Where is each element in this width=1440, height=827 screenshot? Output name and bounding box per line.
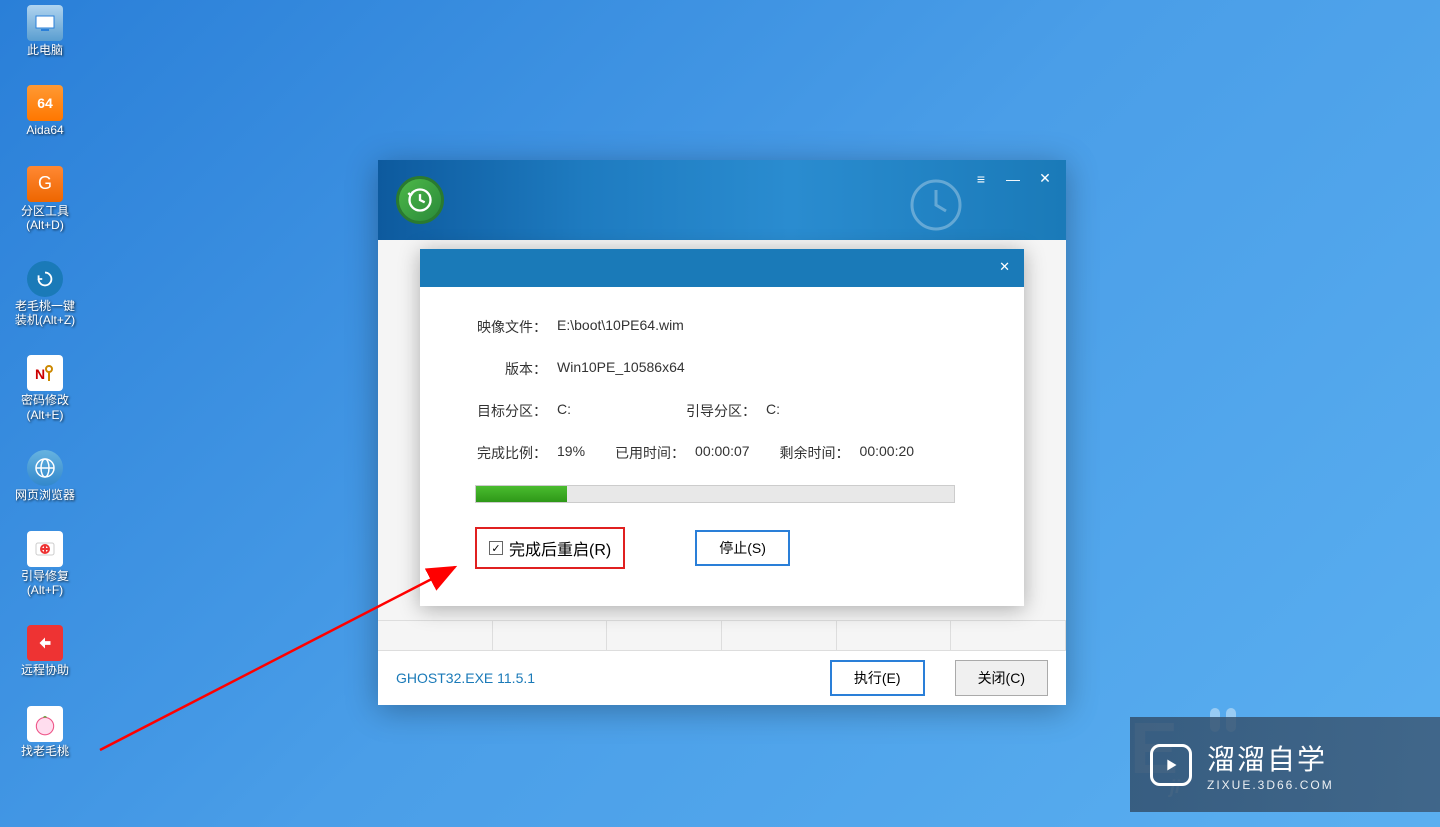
dialog-body: 映像文件： E:\boot\10PE64.wim 版本： Win10PE_105… — [420, 287, 1024, 589]
boot-value: C: — [766, 401, 780, 421]
elapsed-label: 已用时间： — [615, 443, 685, 463]
globe-icon — [27, 450, 63, 486]
svg-text:N: N — [35, 366, 45, 382]
desktop-icon-restore[interactable]: 老毛桃一键 装机(Alt+Z) — [10, 261, 80, 328]
remote-icon — [27, 625, 63, 661]
icon-label: 老毛桃一键 装机(Alt+Z) — [15, 299, 75, 328]
icon-label: 远程协助 — [21, 663, 69, 677]
desktop-icons-column: 此电脑 64 Aida64 G 分区工具 (Alt+D) 老毛桃一键 装机(Al… — [10, 5, 80, 758]
boot-repair-icon — [27, 531, 63, 567]
minimize-icon[interactable]: — — [1004, 171, 1022, 187]
image-file-value: E:\boot\10PE64.wim — [557, 317, 684, 337]
app-logo-icon — [396, 176, 444, 224]
restart-checkbox-highlight: ✓ 完成后重启(R) — [475, 527, 625, 569]
play-icon — [1150, 744, 1192, 786]
main-footer: GHOST32.EXE 11.5.1 执行(E) 关闭(C) — [378, 650, 1066, 705]
progress-bar — [475, 485, 955, 503]
boot-label: 引导分区： — [686, 401, 756, 421]
version-value: Win10PE_10586x64 — [557, 359, 685, 379]
close-button[interactable]: 关闭(C) — [955, 660, 1048, 696]
desktop-icon-partition[interactable]: G 分区工具 (Alt+D) — [10, 166, 80, 233]
watermark-subtitle: ZIXUE.3D66.COM — [1207, 778, 1334, 792]
desktop-icon-browser[interactable]: 网页浏览器 — [10, 450, 80, 502]
close-icon[interactable]: ✕ — [1036, 170, 1054, 187]
icon-label: Aida64 — [26, 123, 63, 137]
peach-icon — [27, 706, 63, 742]
pc-icon — [27, 5, 63, 41]
partition-icon: G — [27, 166, 63, 202]
percent-value: 19% — [557, 443, 585, 463]
icon-label: 引导修复 (Alt+F) — [21, 569, 69, 598]
main-window-header: ≡ — ✕ — [378, 160, 1066, 240]
remain-value: 00:00:20 — [860, 443, 915, 463]
menu-icon[interactable]: ≡ — [972, 171, 990, 187]
icon-label: 分区工具 (Alt+D) — [21, 204, 69, 233]
icon-label: 网页浏览器 — [15, 488, 75, 502]
desktop-icon-boot-repair[interactable]: 引导修复 (Alt+F) — [10, 531, 80, 598]
desktop-icon-remote[interactable]: 远程协助 — [10, 625, 80, 677]
ghost-version-label: GHOST32.EXE 11.5.1 — [396, 670, 535, 686]
watermark-badge: 溜溜自学 ZIXUE.3D66.COM — [1130, 717, 1440, 812]
desktop-icon-aida64[interactable]: 64 Aida64 — [10, 85, 80, 137]
restore-icon — [27, 261, 63, 297]
table-row — [378, 620, 1066, 650]
remain-label: 剩余时间： — [780, 443, 850, 463]
icon-label: 密码修改 (Alt+E) — [21, 393, 69, 422]
progress-fill — [476, 486, 567, 502]
aida-icon: 64 — [27, 85, 63, 121]
desktop-icon-laomaotao[interactable]: 找老毛桃 — [10, 706, 80, 758]
restart-checkbox[interactable]: ✓ — [489, 541, 503, 555]
icon-label: 找老毛桃 — [21, 744, 69, 758]
icon-label: 此电脑 — [27, 43, 63, 57]
execute-button[interactable]: 执行(E) — [830, 660, 925, 696]
target-label: 目标分区： — [475, 401, 547, 421]
restart-checkbox-label: 完成后重启(R) — [509, 536, 611, 560]
image-file-label: 映像文件： — [475, 317, 547, 337]
stop-button[interactable]: 停止(S) — [695, 530, 790, 566]
desktop-icon-password[interactable]: N 密码修改 (Alt+E) — [10, 355, 80, 422]
key-icon: N — [27, 355, 63, 391]
window-controls: ≡ — ✕ — [972, 170, 1054, 187]
dialog-header: ✕ — [420, 249, 1024, 287]
percent-label: 完成比例： — [475, 443, 547, 463]
watermark-title: 溜溜自学 — [1207, 738, 1334, 778]
desktop-icon-this-pc[interactable]: 此电脑 — [10, 5, 80, 57]
dialog-close-icon[interactable]: ✕ — [999, 259, 1010, 275]
target-value: C: — [557, 401, 571, 421]
elapsed-value: 00:00:07 — [695, 443, 750, 463]
header-ghost-icon — [906, 175, 966, 235]
version-label: 版本： — [475, 359, 547, 379]
progress-dialog: ✕ 映像文件： E:\boot\10PE64.wim 版本： Win10PE_1… — [420, 249, 1024, 606]
